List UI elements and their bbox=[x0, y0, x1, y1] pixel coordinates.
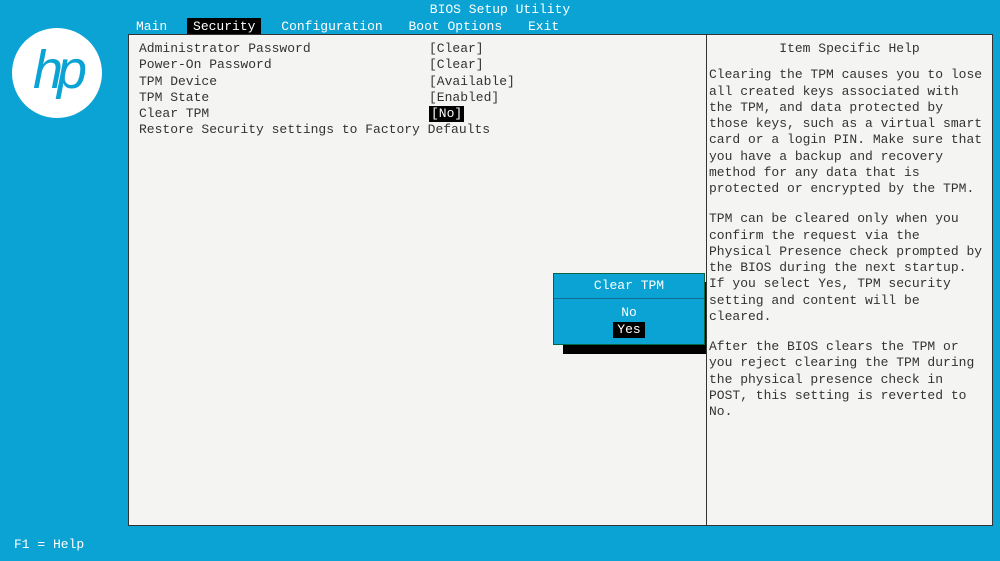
help-paragraph: Clearing the TPM causes you to lose all … bbox=[709, 67, 988, 197]
setting-restore-defaults[interactable]: Restore Security settings to Factory Def… bbox=[139, 122, 696, 138]
settings-list: Administrator Password [Clear] Power-On … bbox=[139, 41, 696, 139]
setting-admin-password[interactable]: Administrator Password [Clear] bbox=[139, 41, 696, 57]
setting-label: TPM Device bbox=[139, 74, 429, 90]
popup-options: No Yes bbox=[554, 299, 704, 344]
setting-clear-tpm[interactable]: Clear TPM [No] bbox=[139, 106, 696, 122]
hp-logo: hp bbox=[12, 28, 102, 118]
settings-panel: Administrator Password [Clear] Power-On … bbox=[128, 34, 706, 526]
setting-label: Clear TPM bbox=[139, 106, 429, 122]
setting-action-label: Restore Security settings to Factory Def… bbox=[139, 122, 490, 138]
help-body: Clearing the TPM causes you to lose all … bbox=[707, 67, 992, 420]
help-paragraph: After the BIOS clears the TPM or you rej… bbox=[709, 339, 988, 420]
setting-value: [Clear] bbox=[429, 41, 484, 57]
clear-tpm-popup: Clear TPM No Yes bbox=[553, 273, 705, 345]
setting-value: [Available] bbox=[429, 74, 515, 90]
setting-tpm-state[interactable]: TPM State [Enabled] bbox=[139, 90, 696, 106]
setting-label: Administrator Password bbox=[139, 41, 429, 57]
popup-option-yes[interactable]: Yes bbox=[613, 322, 644, 338]
setting-label: TPM State bbox=[139, 90, 429, 106]
bios-title: BIOS Setup Utility bbox=[0, 2, 1000, 18]
setting-value: [Enabled] bbox=[429, 90, 499, 106]
hp-logo-text: hp bbox=[33, 43, 81, 97]
setting-tpm-device[interactable]: TPM Device [Available] bbox=[139, 74, 696, 90]
help-panel: Item Specific Help Clearing the TPM caus… bbox=[706, 34, 993, 526]
popup-title: Clear TPM bbox=[554, 274, 704, 299]
help-title: Item Specific Help bbox=[707, 41, 992, 57]
popup-option-no[interactable]: No bbox=[617, 305, 641, 321]
setting-power-on-password[interactable]: Power-On Password [Clear] bbox=[139, 57, 696, 73]
setting-value: [Clear] bbox=[429, 57, 484, 73]
help-paragraph: TPM can be cleared only when you confirm… bbox=[709, 211, 988, 325]
footer-help-hint: F1 = Help bbox=[14, 537, 84, 553]
setting-value: [No] bbox=[429, 106, 464, 122]
setting-label: Power-On Password bbox=[139, 57, 429, 73]
